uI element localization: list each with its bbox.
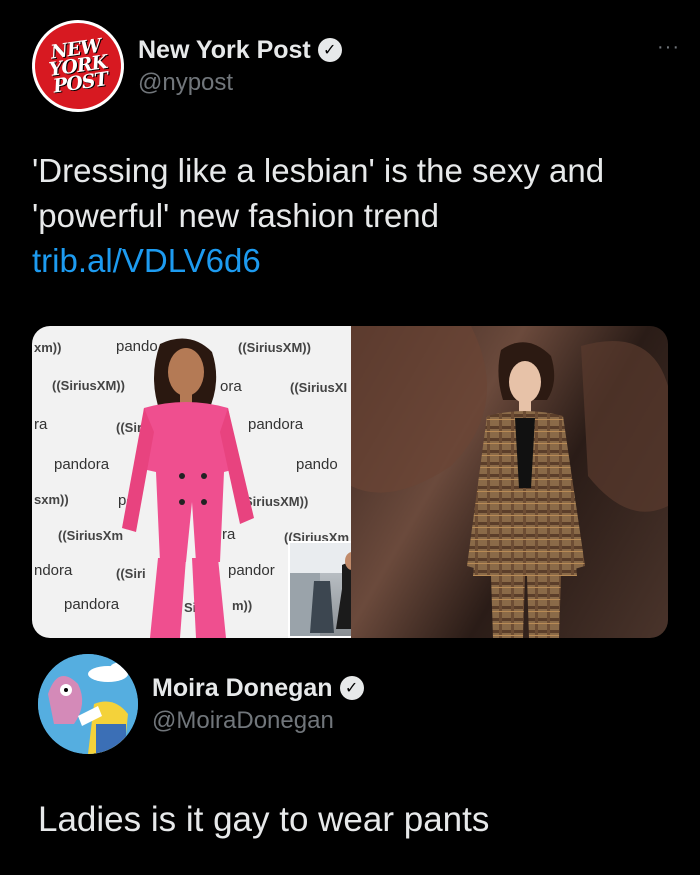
quoted-author-name[interactable]: Moira Donegan — [152, 674, 333, 703]
photo-plaid-suit[interactable] — [351, 326, 668, 638]
quoted-tweet-text: Ladies is it gay to wear pants — [38, 800, 490, 839]
tweet-body: 'Dressing like a lesbian' is the sexy an… — [32, 152, 605, 234]
tweet-text: 'Dressing like a lesbian' is the sexy an… — [32, 148, 672, 283]
photo-pink-suit[interactable]: xm)) pando ((SiriusXM)) ((SiriusXM)) ora… — [32, 326, 351, 638]
logo-line: POST — [51, 67, 109, 98]
tweet-media[interactable]: xm)) pando ((SiriusXM)) ((SiriusXM)) ora… — [32, 326, 668, 638]
verified-badge-icon: ✓ — [339, 676, 364, 700]
quoted-author-row: Moira Donegan ✓ — [152, 674, 364, 703]
inset-figures — [290, 543, 351, 636]
cartoon-avatar-icon — [38, 654, 138, 754]
quoted-author-handle[interactable]: @MoiraDonegan — [152, 707, 364, 735]
author-block: New York Post ✓ @nypost — [138, 36, 342, 97]
quoted-tweet-header: Moira Donegan ✓ @MoiraDonegan — [38, 654, 364, 754]
quoted-author-block: Moira Donegan ✓ @MoiraDonegan — [152, 674, 364, 735]
author-name[interactable]: New York Post — [138, 36, 311, 65]
inset-street-photo — [288, 541, 351, 638]
verified-badge-icon: ✓ — [317, 38, 342, 62]
author-row: New York Post ✓ — [138, 36, 342, 65]
tweet-link[interactable]: trib.al/VDLV6d6 — [32, 242, 261, 279]
author-handle[interactable]: @nypost — [138, 69, 342, 97]
more-options-icon[interactable]: ··· — [657, 36, 680, 59]
person-plaid-suit-figure — [351, 326, 668, 638]
nypost-avatar[interactable]: NEW YORK POST — [26, 14, 130, 118]
tweet-header: NEW YORK POST New York Post ✓ @nypost — [26, 14, 342, 118]
moira-donegan-avatar[interactable] — [38, 654, 138, 754]
